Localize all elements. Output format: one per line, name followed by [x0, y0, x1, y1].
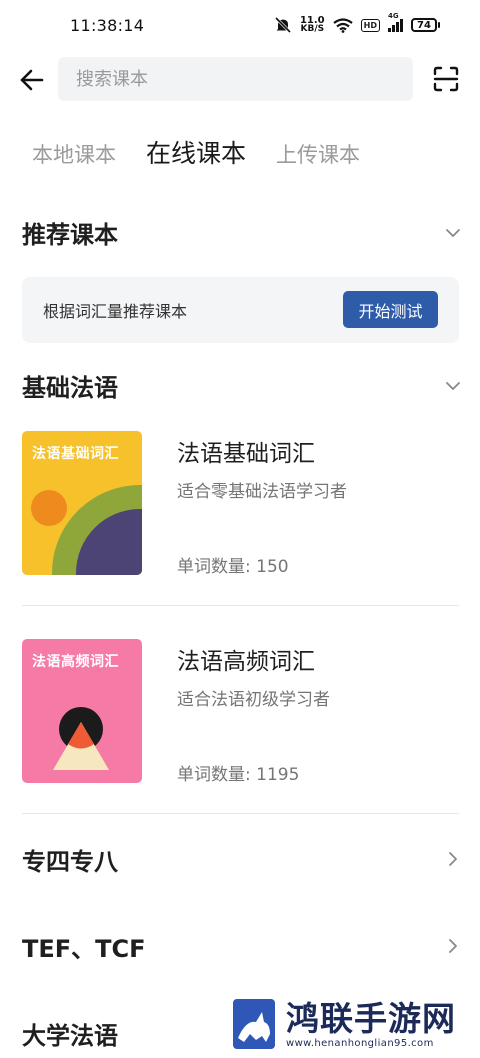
- book-item[interactable]: 法语基础词汇 法语基础词汇 适合零基础法语学习者 单词数量: 150: [22, 431, 459, 601]
- search-input[interactable]: [58, 57, 413, 101]
- category-label: 大学法语: [22, 1021, 118, 1050]
- net-speed-unit: KB/S: [300, 24, 325, 34]
- book-description: 适合零基础法语学习者: [177, 482, 347, 502]
- recommend-section-header[interactable]: 推荐课本: [22, 215, 462, 250]
- status-icons: 11.0 KB/S HD 4G 74: [274, 12, 440, 34]
- recommend-card-text: 根据词汇量推荐课本: [43, 302, 188, 321]
- recommend-section-title: 推荐课本: [22, 221, 118, 249]
- recommend-card: 根据词汇量推荐课本 开始测试: [22, 277, 459, 343]
- book-cover[interactable]: 法语基础词汇: [22, 431, 142, 575]
- watermark: 鸿联手游网 www.henanhonglian95.com: [232, 996, 476, 1052]
- chevron-down-icon[interactable]: [444, 377, 462, 395]
- scan-icon[interactable]: [432, 65, 460, 93]
- chevron-down-icon[interactable]: [444, 224, 462, 242]
- search-box[interactable]: [58, 57, 413, 101]
- book-cover[interactable]: 法语高频词汇: [22, 639, 142, 783]
- mute-icon: [274, 17, 292, 33]
- divider: [22, 813, 459, 814]
- wifi-icon: [332, 17, 353, 33]
- chevron-right-icon: [449, 939, 457, 953]
- category-label: 专四专八: [22, 847, 118, 876]
- book-cover-title: 法语基础词汇: [32, 446, 119, 462]
- book-cover-title: 法语高频词汇: [32, 654, 119, 670]
- start-test-button[interactable]: 开始测试: [343, 291, 438, 328]
- battery-icon: 74: [411, 18, 440, 32]
- status-bar: 11:38:14 11.0 KB/S HD 4G 74: [0, 0, 480, 52]
- status-time: 11:38:14: [70, 16, 145, 35]
- tab-local-textbooks[interactable]: 本地课本: [32, 139, 116, 169]
- book-word-count: 单词数量: 1195: [177, 765, 300, 785]
- net-speed: 11.0 KB/S: [300, 16, 325, 34]
- back-arrow-icon[interactable]: [18, 66, 46, 94]
- watermark-logo-icon: [233, 999, 275, 1049]
- tab-bar: 本地课本 在线课本 上传课本: [32, 134, 390, 170]
- signal-icon: 4G: [388, 12, 403, 32]
- book-title: 法语基础词汇: [177, 441, 315, 467]
- hd-badge: HD: [360, 18, 380, 32]
- basic-section-header[interactable]: 基础法语: [22, 368, 462, 403]
- battery-level: 74: [411, 18, 437, 32]
- category-tem4-tem8[interactable]: 专四专八: [22, 834, 462, 884]
- signal-tag: 4G: [388, 11, 399, 20]
- basic-section-title: 基础法语: [22, 374, 118, 402]
- watermark-title: 鸿联手游网: [286, 998, 456, 1038]
- book-word-count: 单词数量: 150: [177, 557, 289, 577]
- watermark-url: www.henanhonglian95.com: [286, 1037, 434, 1049]
- divider: [22, 605, 459, 606]
- book-title: 法语高频词汇: [177, 649, 315, 675]
- category-tef-tcf[interactable]: TEF、TCF: [22, 921, 462, 971]
- category-label: TEF、TCF: [22, 934, 146, 963]
- tab-online-textbooks[interactable]: 在线课本: [146, 134, 246, 170]
- book-item[interactable]: 法语高频词汇 法语高频词汇 适合法语初级学习者 单词数量: 1195: [22, 639, 459, 809]
- chevron-right-icon: [449, 852, 457, 866]
- book-description: 适合法语初级学习者: [177, 690, 330, 710]
- tab-upload-textbooks[interactable]: 上传课本: [276, 139, 360, 169]
